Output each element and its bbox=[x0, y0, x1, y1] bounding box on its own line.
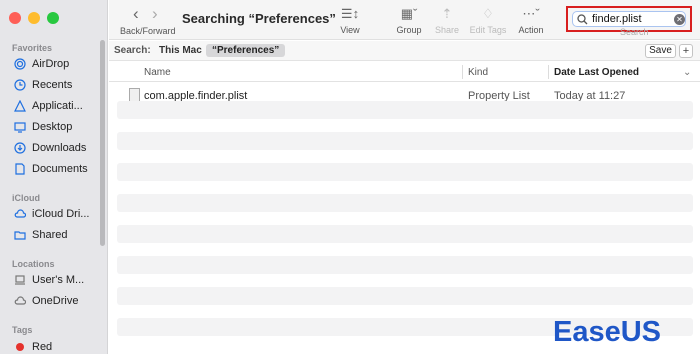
share-button[interactable]: ⇡ Share bbox=[432, 6, 462, 35]
sidebar-item-onedrive[interactable]: OneDrive bbox=[8, 291, 100, 311]
applications-icon bbox=[14, 100, 26, 112]
sidebar-item-desktop[interactable]: Desktop bbox=[8, 117, 100, 137]
file-list: com.apple.finder.plist Property List Tod… bbox=[109, 83, 700, 354]
sidebar-header-icloud: iCloud bbox=[12, 193, 40, 203]
empty-row-stripe bbox=[117, 194, 693, 212]
window-title: Searching “Preferences” bbox=[182, 11, 336, 26]
column-header-name[interactable]: Name bbox=[144, 67, 171, 78]
sidebar-item-documents[interactable]: Documents bbox=[8, 159, 100, 179]
sidebar-item-label: Documents bbox=[32, 163, 88, 175]
scope-this-mac[interactable]: This Mac bbox=[159, 45, 202, 56]
clock-icon bbox=[14, 79, 26, 91]
sidebar-item-users-mac[interactable]: User's M... bbox=[8, 270, 100, 290]
column-header-date[interactable]: Date Last Opened bbox=[554, 67, 639, 78]
view-label: View bbox=[340, 25, 360, 35]
group-label: Group bbox=[396, 25, 422, 35]
empty-row-stripe bbox=[117, 101, 693, 119]
forward-arrow-icon[interactable]: › bbox=[152, 4, 158, 24]
save-search-button[interactable]: Save bbox=[645, 44, 676, 58]
sidebar-item-icloud-drive[interactable]: iCloud Dri... bbox=[8, 204, 100, 224]
document-icon bbox=[15, 163, 25, 175]
edit-tags-label: Edit Tags bbox=[469, 25, 507, 35]
back-forward-label: Back/Forward bbox=[120, 26, 176, 36]
plist-file-icon bbox=[129, 88, 140, 102]
laptop-icon bbox=[15, 275, 25, 285]
sidebar-item-label: Red bbox=[32, 341, 53, 353]
sidebar-item-label: AirDrop bbox=[32, 58, 70, 70]
sidebar-item-label: OneDrive bbox=[32, 295, 79, 307]
clear-search-icon[interactable]: ✕ bbox=[674, 13, 685, 25]
empty-row-stripe bbox=[117, 132, 693, 150]
column-divider[interactable] bbox=[462, 65, 463, 79]
red-tag-dot-icon bbox=[16, 343, 24, 351]
search-label: Search bbox=[620, 27, 649, 37]
sidebar-item-label: Applicati... bbox=[32, 100, 83, 112]
sidebar-item-downloads[interactable]: Downloads bbox=[8, 138, 100, 158]
sidebar-item-label: Recents bbox=[32, 79, 73, 91]
minimize-window-button[interactable] bbox=[28, 12, 40, 24]
list-view-icon: ☰↕ bbox=[340, 6, 360, 21]
sidebar-item-label: Shared bbox=[32, 229, 68, 241]
group-button[interactable]: ▦ˇ Group bbox=[394, 6, 424, 35]
empty-row-stripe bbox=[117, 163, 693, 181]
search-field[interactable]: ✕ bbox=[572, 11, 686, 27]
scope-label: Search: bbox=[114, 45, 151, 56]
easeus-watermark-logo: EaseUS bbox=[553, 316, 662, 348]
view-button[interactable]: ☰↕ View bbox=[335, 6, 365, 35]
sidebar-item-shared[interactable]: Shared bbox=[8, 225, 100, 245]
search-icon bbox=[577, 13, 588, 24]
sidebar-item-applications[interactable]: Applicati... bbox=[8, 96, 100, 116]
sidebar-item-label: Downloads bbox=[32, 142, 87, 154]
shared-folder-icon bbox=[14, 231, 26, 240]
close-window-button[interactable] bbox=[9, 12, 21, 24]
cloud-icon bbox=[14, 209, 26, 218]
search-input[interactable] bbox=[592, 13, 666, 25]
grid-icon: ▦ˇ bbox=[400, 6, 418, 21]
search-scope-bar: Search: This Mac “Preferences” Save + bbox=[109, 41, 700, 61]
sidebar: Favorites AirDrop Recents Applicati... D… bbox=[0, 0, 108, 354]
back-arrow-icon[interactable]: ‹ bbox=[133, 4, 139, 24]
action-button[interactable]: ⋯ˇ Action bbox=[516, 6, 546, 35]
window-controls bbox=[9, 12, 59, 24]
action-label: Action bbox=[518, 25, 544, 35]
add-criteria-button[interactable]: + bbox=[679, 44, 693, 58]
sidebar-item-recents[interactable]: Recents bbox=[8, 75, 100, 95]
tag-icon: ♢ bbox=[482, 6, 494, 21]
share-label: Share bbox=[434, 25, 460, 35]
sidebar-item-label: iCloud Dri... bbox=[32, 208, 90, 220]
column-header-row: Name Kind Date Last Opened ⌄ bbox=[109, 62, 700, 82]
desktop-icon bbox=[14, 122, 26, 133]
share-icon: ⇡ bbox=[441, 6, 453, 21]
cloud-icon bbox=[14, 296, 26, 305]
ellipsis-circle-icon: ⋯ˇ bbox=[522, 6, 540, 21]
sidebar-header-tags: Tags bbox=[12, 325, 33, 335]
airdrop-icon bbox=[14, 58, 26, 70]
column-header-kind[interactable]: Kind bbox=[468, 67, 488, 78]
chevron-down-icon[interactable]: ⌄ bbox=[683, 67, 691, 78]
scope-preferences[interactable]: “Preferences” bbox=[206, 44, 286, 57]
sidebar-item-airdrop[interactable]: AirDrop bbox=[8, 54, 100, 74]
sidebar-header-favorites: Favorites bbox=[12, 43, 53, 53]
empty-row-stripe bbox=[117, 256, 693, 274]
sidebar-item-tag-red[interactable]: Red bbox=[8, 337, 100, 354]
empty-row-stripe bbox=[117, 225, 693, 243]
sidebar-item-label: User's M... bbox=[32, 274, 85, 286]
empty-row-stripe bbox=[117, 287, 693, 305]
zoom-window-button[interactable] bbox=[47, 12, 59, 24]
column-divider[interactable] bbox=[548, 65, 549, 79]
edit-tags-button[interactable]: ♢ Edit Tags bbox=[466, 6, 510, 35]
sidebar-header-locations: Locations bbox=[12, 259, 55, 269]
sidebar-item-label: Desktop bbox=[32, 121, 73, 133]
download-icon bbox=[14, 142, 26, 154]
sidebar-scrollbar[interactable] bbox=[100, 40, 105, 246]
